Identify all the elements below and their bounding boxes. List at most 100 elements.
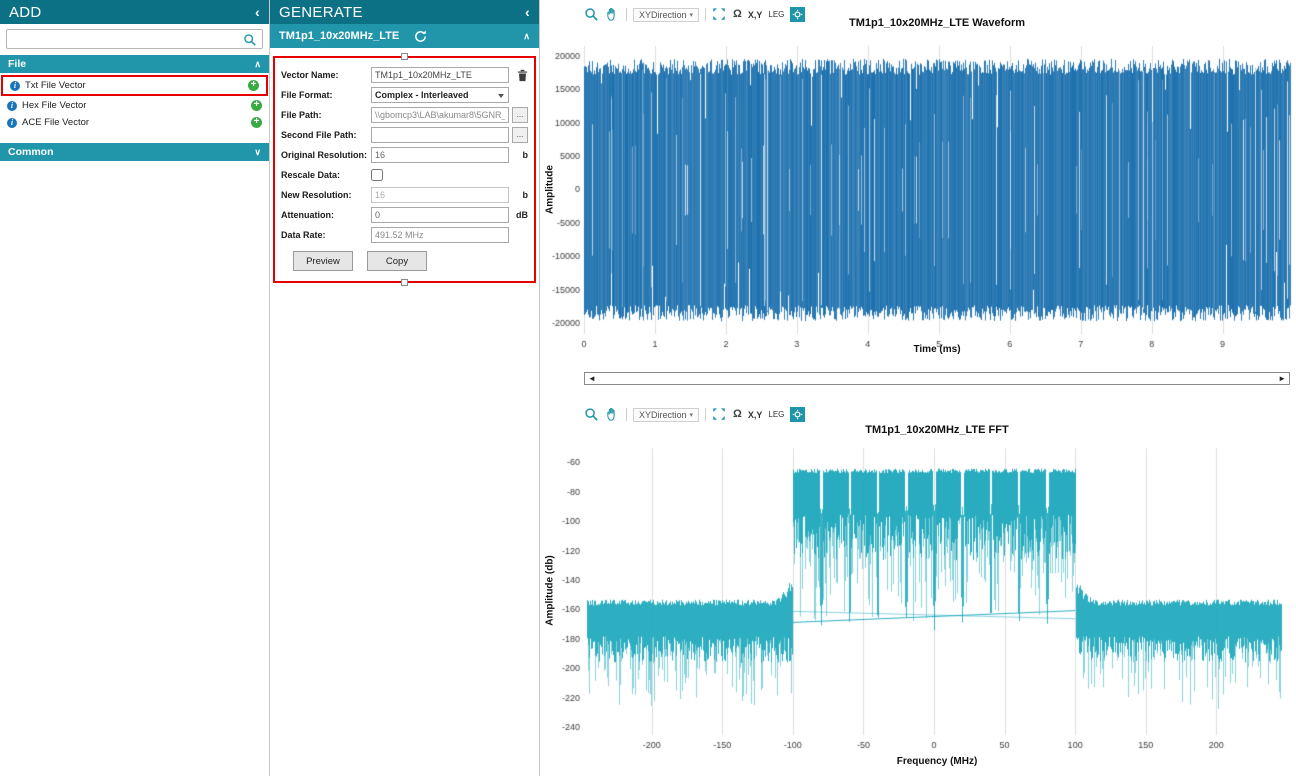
chevron-up-icon: ∧ (254, 59, 261, 70)
omega-marker-icon[interactable]: Ω (733, 409, 742, 420)
section-file-header[interactable]: File ∧ (0, 55, 269, 73)
refresh-icon[interactable] (413, 29, 428, 44)
section-common-header[interactable]: Common ∨ (0, 143, 269, 161)
preview-button[interactable]: Preview (293, 251, 353, 271)
dropdown-caret-icon: ▾ (690, 411, 694, 419)
annotation-highlight-box: i Txt File Vector + (1, 75, 268, 96)
xy-direction-label: XYDirection (639, 410, 687, 420)
generate-panel-header: GENERATE ‹ (270, 0, 539, 24)
annotation-highlight-box: Vector Name: File Format: Complex - Inte… (273, 56, 536, 283)
collapse-panel-icon[interactable]: ‹ (255, 5, 260, 19)
form-buttons: Preview Copy (293, 251, 528, 271)
field-row-new-resolution: New Resolution: b (281, 187, 528, 203)
file-path-input[interactable] (371, 107, 509, 123)
selection-handle[interactable] (401, 279, 408, 286)
rescale-data-checkbox[interactable] (371, 169, 383, 181)
list-item-label: Hex File Vector (22, 100, 246, 111)
scroll-left-icon[interactable]: ◄ (588, 374, 596, 383)
horizontal-scrollbar[interactable]: ◄ ► (584, 372, 1290, 385)
chevron-up-icon[interactable]: ∧ (523, 31, 530, 42)
vector-header[interactable]: TM1p1_10x20MHz_LTE ∧ (270, 24, 539, 48)
y-axis-label: Amplitude (545, 140, 556, 240)
add-icon[interactable]: + (251, 117, 262, 128)
pan-hand-icon[interactable] (605, 407, 620, 422)
info-icon[interactable]: i (10, 81, 20, 91)
attenuation-input[interactable] (371, 207, 509, 223)
generate-panel-title: GENERATE (279, 4, 363, 21)
browse-button[interactable]: ... (512, 107, 528, 123)
x-axis-label: Frequency (MHz) (584, 756, 1290, 767)
vector-header-title: TM1p1_10x20MHz_LTE (279, 30, 399, 42)
fft-canvas[interactable] (540, 436, 1296, 766)
chart-title: TM1p1_10x20MHz_LTE FFT (584, 424, 1290, 436)
fft-chart-block: XYDirection ▾ Ω X,Y LEG TM1p1_10x20MHz_L… (540, 400, 1296, 776)
y-axis-label: Amplitude (db) (545, 541, 556, 641)
list-item-txt-file-vector[interactable]: i Txt File Vector + (3, 77, 266, 94)
file-format-select[interactable]: Complex - Interleaved (371, 87, 509, 103)
field-row-original-resolution: Original Resolution: b (281, 147, 528, 163)
unit-label: b (523, 150, 529, 160)
unit-label: b (523, 190, 529, 200)
section-common-label: Common (8, 146, 54, 158)
field-row-rescale-data: Rescale Data: (281, 167, 528, 183)
list-item-label: ACE File Vector (22, 117, 246, 128)
generate-panel: GENERATE ‹ TM1p1_10x20MHz_LTE ∧ Vector N… (270, 0, 540, 776)
second-file-path-input[interactable] (371, 127, 509, 143)
field-label: New Resolution: (281, 190, 371, 200)
chevron-down-icon (498, 94, 504, 98)
add-panel-header: ADD ‹ (0, 0, 269, 24)
file-format-value: Complex - Interleaved (375, 90, 469, 100)
field-row-file-path: File Path: ... (281, 107, 528, 123)
delete-icon[interactable] (517, 69, 528, 82)
x-axis-label: Time (ms) (584, 344, 1290, 355)
new-resolution-input[interactable] (371, 187, 509, 203)
field-label: Second File Path: (281, 130, 371, 140)
info-icon[interactable]: i (7, 118, 17, 128)
collapse-panel-icon[interactable]: ‹ (525, 5, 530, 19)
browse-button[interactable]: ... (512, 127, 528, 143)
copy-button[interactable]: Copy (367, 251, 427, 271)
field-label: File Format: (281, 90, 371, 100)
field-label: Vector Name: (281, 70, 371, 80)
zoom-icon[interactable] (584, 407, 599, 422)
field-label: Attenuation: (281, 210, 371, 220)
field-label: Original Resolution: (281, 150, 371, 160)
xy-readout-toggle[interactable]: X,Y (748, 410, 763, 420)
list-item-label: Txt File Vector (25, 80, 243, 91)
waveform-canvas[interactable] (540, 28, 1296, 358)
field-row-second-file-path: Second File Path: ... (281, 127, 528, 143)
chevron-down-icon: ∨ (254, 147, 261, 158)
charts-area: XYDirection ▾ Ω X,Y LEG TM1p1_10x20MHz_L… (540, 0, 1296, 776)
info-icon[interactable]: i (7, 101, 17, 111)
search-icon[interactable] (243, 33, 257, 47)
xy-direction-dropdown[interactable]: XYDirection ▾ (633, 408, 699, 422)
selection-handle[interactable] (401, 53, 408, 60)
toolbar-separator (626, 408, 627, 421)
legend-toggle[interactable]: LEG (768, 410, 784, 419)
field-row-vector-name: Vector Name: (281, 67, 528, 83)
original-resolution-input[interactable] (371, 147, 509, 163)
field-label: Rescale Data: (281, 170, 371, 180)
search-input[interactable] (6, 29, 263, 49)
app-root: ADD ‹ File ∧ i Txt File Vector + i Hex F… (0, 0, 1296, 776)
field-row-data-rate: Data Rate: (281, 227, 528, 243)
add-panel-title: ADD (9, 4, 42, 21)
field-label: Data Rate: (281, 230, 371, 240)
toolbar-separator (705, 408, 706, 421)
chart-toolbar: XYDirection ▾ Ω X,Y LEG (584, 406, 805, 423)
add-panel: ADD ‹ File ∧ i Txt File Vector + i Hex F… (0, 0, 270, 776)
chart-settings-button[interactable] (790, 407, 805, 422)
fit-expand-icon[interactable] (712, 407, 727, 422)
scroll-right-icon[interactable]: ► (1278, 374, 1286, 383)
vector-name-input[interactable] (371, 67, 509, 83)
add-icon[interactable]: + (251, 100, 262, 111)
list-item-ace-file-vector[interactable]: i ACE File Vector + (0, 114, 269, 131)
data-rate-input[interactable] (371, 227, 509, 243)
add-icon[interactable]: + (248, 80, 259, 91)
list-item-hex-file-vector[interactable]: i Hex File Vector + (0, 97, 269, 114)
field-row-attenuation: Attenuation: dB (281, 207, 528, 223)
field-row-file-format: File Format: Complex - Interleaved (281, 87, 528, 103)
field-label: File Path: (281, 110, 371, 120)
waveform-chart-block: XYDirection ▾ Ω X,Y LEG TM1p1_10x20MHz_L… (540, 0, 1296, 396)
search-row (0, 24, 269, 55)
